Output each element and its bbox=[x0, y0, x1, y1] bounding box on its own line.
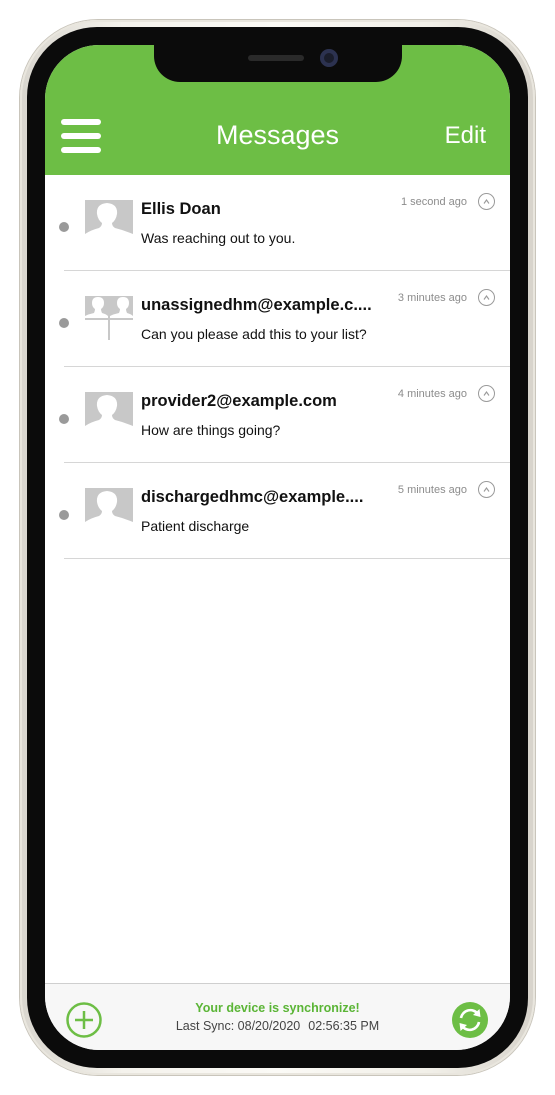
avatar-icon bbox=[85, 488, 133, 532]
screen: Messages Edit Ellis Doan Was reaching out… bbox=[45, 45, 510, 1050]
earpiece-speaker bbox=[248, 55, 304, 61]
chevron-up-icon[interactable] bbox=[478, 481, 495, 498]
edit-button[interactable]: Edit bbox=[445, 122, 486, 150]
message-preview: How are things going? bbox=[141, 422, 281, 438]
notch bbox=[154, 45, 402, 82]
unread-dot bbox=[59, 510, 69, 520]
front-camera bbox=[320, 49, 338, 67]
last-sync-text: Last Sync: 08/20/2020 02:56:35 PM bbox=[45, 1019, 510, 1033]
sync-refresh-icon bbox=[452, 1002, 488, 1038]
last-sync-label: Last Sync: 08/20/2020 bbox=[175, 1019, 301, 1033]
sender-name: Ellis Doan bbox=[141, 200, 221, 218]
message-preview: Patient discharge bbox=[141, 518, 250, 534]
unread-dot bbox=[59, 318, 69, 328]
message-timestamp: 3 minutes ago bbox=[397, 292, 467, 304]
sender-name: unassignedhm@example.c.... bbox=[141, 296, 372, 314]
message-row[interactable]: Ellis Doan Was reaching out to you. 1 seco… bbox=[45, 175, 510, 271]
page-title: Messages bbox=[215, 120, 340, 150]
message-preview: Can you please add this to your list? bbox=[141, 326, 367, 342]
unread-dot bbox=[59, 222, 69, 232]
message-list: Ellis Doan Was reaching out to you. 1 seco… bbox=[45, 175, 510, 559]
avatar-icon bbox=[85, 200, 133, 244]
unread-dot bbox=[59, 414, 69, 424]
chevron-up-icon[interactable] bbox=[478, 385, 495, 402]
sender-name: provider2@example.com bbox=[141, 392, 337, 410]
message-row[interactable]: dischargedhmc@example.... Patient dischar… bbox=[45, 463, 510, 559]
last-sync-time: 02:56:35 PM bbox=[308, 1019, 380, 1033]
message-row[interactable]: provider2@example.com How are things goin… bbox=[45, 367, 510, 463]
message-preview: Was reaching out to you. bbox=[141, 230, 296, 246]
message-timestamp: 5 minutes ago bbox=[397, 484, 467, 496]
sync-footer: Your device is synchronize! Last Sync: 0… bbox=[45, 983, 510, 1050]
message-row[interactable]: unassignedhm@example.c.... Can you please… bbox=[45, 271, 510, 367]
chevron-up-icon[interactable] bbox=[478, 289, 495, 306]
avatar-icon bbox=[85, 392, 133, 436]
avatar-icon bbox=[85, 296, 133, 340]
sync-status-text: Your device is synchronize! bbox=[195, 1001, 360, 1015]
chevron-up-icon[interactable] bbox=[478, 193, 495, 210]
sender-name: dischargedhmc@example.... bbox=[141, 488, 364, 506]
message-timestamp: 1 second ago bbox=[400, 196, 467, 208]
sync-button[interactable] bbox=[452, 1002, 488, 1038]
message-timestamp: 4 minutes ago bbox=[397, 388, 467, 400]
